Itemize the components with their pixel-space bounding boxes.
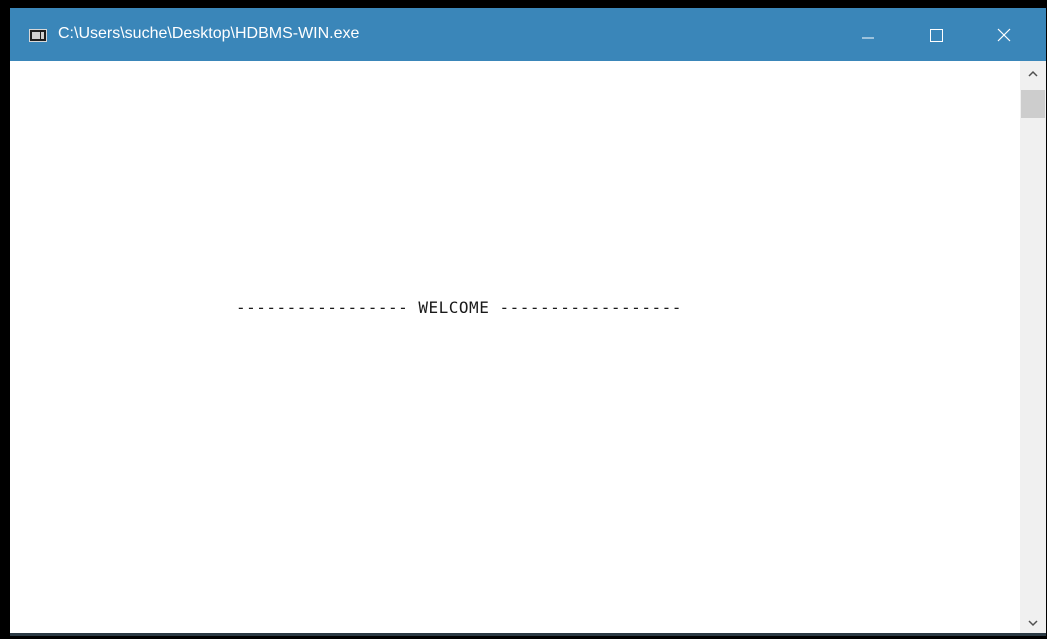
scroll-thumb[interactable] xyxy=(1021,90,1045,118)
minimize-icon xyxy=(862,37,874,39)
console-output-area[interactable]: ----------------- WELCOME --------------… xyxy=(10,61,1020,636)
chevron-up-icon xyxy=(1028,70,1038,77)
maximize-button[interactable] xyxy=(904,8,968,61)
maximize-icon xyxy=(930,29,943,42)
app-icon-bar xyxy=(41,32,44,39)
window-bottom-edge xyxy=(10,633,1046,636)
window-title: C:\Users\suche\Desktop\HDBMS-WIN.exe xyxy=(58,25,360,42)
vertical-scrollbar[interactable] xyxy=(1020,61,1046,636)
app-icon-screen xyxy=(32,32,40,39)
close-button[interactable] xyxy=(972,8,1036,61)
title-bar[interactable]: C:\Users\suche\Desktop\HDBMS-WIN.exe xyxy=(10,8,1046,61)
welcome-banner: ----------------- WELCOME --------------… xyxy=(236,298,682,317)
minimize-button[interactable] xyxy=(836,8,900,61)
console-app-icon[interactable] xyxy=(29,29,47,42)
scroll-up-button[interactable] xyxy=(1020,61,1046,85)
console-window: C:\Users\suche\Desktop\HDBMS-WIN.exe ---… xyxy=(10,8,1046,636)
close-icon xyxy=(997,28,1011,42)
